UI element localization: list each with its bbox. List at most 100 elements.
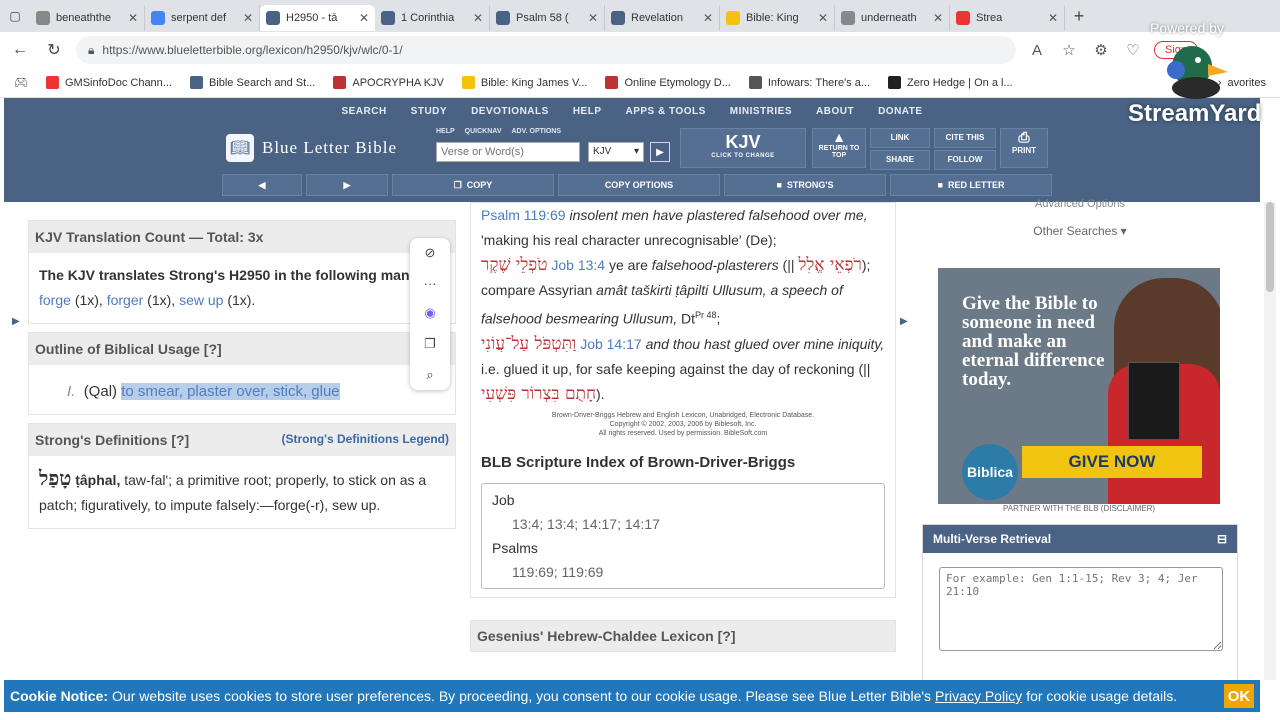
blb-logo[interactable]: 📖︎ Blue Letter Bible [226,134,397,162]
bookmark-item[interactable]: Infowars: There's a... [748,76,870,89]
reload-icon[interactable]: ↻ [42,40,66,60]
browser-tab[interactable]: beneaththe ✕ [30,5,145,31]
privacy-policy-link[interactable]: Privacy Policy [935,688,1022,704]
topnav-item[interactable]: ABOUT [816,106,854,117]
extensions-icon[interactable]: ⚙ [1090,41,1112,59]
outline-title-text[interactable]: Outline of Biblical Usage [?] [35,341,222,357]
browser-tab[interactable]: 1 Corinthia ✕ [375,5,490,31]
close-tab-icon[interactable]: ✕ [818,11,828,25]
count-word-forge[interactable]: forge [39,292,71,308]
give-now-button[interactable]: GIVE NOW [1022,446,1202,478]
bookmark-item[interactable]: Bible: King James V... [461,76,587,89]
quicknav-link[interactable]: QUICKNAV [465,128,502,135]
bookmark-item[interactable]: Bible Search and St... [189,76,315,89]
ref-psalm-119-69[interactable]: Psalm 119:69 [481,207,566,223]
gamepad-icon[interactable]: 🎮︎ [14,76,28,89]
topnav-item[interactable]: MINISTRIES [730,106,792,117]
count-word-sew-up[interactable]: sew up [179,292,223,308]
url-field[interactable]: 🔒︎ https://www.blueletterbible.org/lexic… [76,36,1016,64]
close-tab-icon[interactable]: ✕ [588,11,598,25]
print-button[interactable]: ⎙ PRINT [1000,128,1048,168]
copilot-icon[interactable]: ◉ [424,305,435,321]
return-to-top-button[interactable]: ▲ RETURN TO TOP [812,128,866,168]
close-tab-icon[interactable]: ✕ [933,11,943,25]
browser-tab[interactable]: Psalm 58 (✕ [490,5,605,31]
version-select[interactable]: KJV ▾ [588,142,644,162]
count-word-forger[interactable]: forger [107,292,144,308]
favorite-star-icon[interactable]: ☆ [1058,41,1080,59]
copy-options-button[interactable]: COPY OPTIONS [558,174,720,196]
browser-tab[interactable]: Revelation ✕ [605,5,720,31]
strongs-toggle[interactable]: ■ STRONG'S [724,174,886,196]
tab-favicon-icon [611,11,625,25]
close-tab-icon[interactable]: ✕ [128,11,138,25]
right-collapse-arrow-icon[interactable]: ▶ [900,316,908,327]
partner-disclaimer[interactable]: PARTNER WITH THE BLB (DISCLAIMER) [938,504,1220,513]
close-tab-icon[interactable]: ✕ [359,11,369,25]
topnav-item[interactable]: HELP [573,106,602,117]
browser-tab[interactable]: H2950 - tā ✕ [260,5,375,31]
other-searches-toggle[interactable]: Other Searches ▾ [922,224,1238,238]
collapse-icon[interactable]: ⊟ [1217,532,1227,546]
close-tab-icon[interactable]: ✕ [473,11,483,25]
read-aloud-icon[interactable]: A [1026,42,1048,59]
next-button[interactable]: ▶ [306,174,388,196]
search-help-link[interactable]: HELP [436,128,455,135]
bookmark-item[interactable]: Online Etymology D... [605,76,731,89]
browser-tab[interactable]: serpent def ✕ [145,5,260,31]
close-tab-icon[interactable]: ✕ [1048,11,1058,25]
cookie-text: Our website uses cookies to store user p… [112,688,932,704]
tab-actions-icon[interactable]: ▢ [0,0,30,32]
click-to-change-label: CLICK TO CHANGE [711,153,775,159]
collections-icon[interactable]: ♡ [1122,41,1144,59]
verse-search-input[interactable] [436,142,580,162]
bookmark-item[interactable]: APOCRYPHA KJV [333,76,444,89]
advanced-options-link[interactable]: Advanced Options [922,198,1238,210]
browser-tab[interactable]: underneath ✕ [835,5,950,31]
gesenius-title-text[interactable]: Gesenius' Hebrew-Chaldee Lexicon [?] [477,628,736,644]
prev-button[interactable]: ◀ [222,174,302,196]
left-collapse-arrow-icon[interactable]: ▶ [12,316,20,327]
browser-tab[interactable]: Bible: King ✕ [720,5,835,31]
adv-options-link[interactable]: ADV. OPTIONS [512,128,562,135]
cite-this-button[interactable]: CITE THIS [934,128,996,148]
defs-legend-link[interactable]: (Strong's Definitions Legend) [281,432,449,448]
copy-button[interactable]: ❐ COPY [392,174,554,196]
tabs: beneaththe ✕ serpent def ✕ H2950 - tā ✕ 1 Cori… [30,1,1065,31]
biblica-ad[interactable]: Give the Bible to someone in need and ma… [938,268,1220,504]
topnav-item[interactable]: DEVOTIONALS [471,106,549,117]
more-options-icon[interactable]: ··· [424,276,437,291]
defs-title-text[interactable]: Strong's Definitions [?] [35,432,189,448]
topnav-item[interactable]: DONATE [878,106,922,117]
topnav-item[interactable]: APPS & TOOLS [625,106,705,117]
vertical-scrollbar[interactable] [1264,202,1276,680]
hide-eye-icon[interactable]: ⊘ [425,245,436,261]
close-tab-icon[interactable]: ✕ [243,11,253,25]
browser-tab[interactable]: Strea ✕ [950,5,1065,31]
bookmark-item[interactable]: GMSinfoDoc Chann... [45,76,172,89]
share-button[interactable]: SHARE [870,150,930,170]
red-letter-toggle[interactable]: ■ RED LETTER [890,174,1052,196]
cookie-tail: for cookie usage details. [1026,688,1178,704]
mvr-textarea[interactable] [939,567,1223,651]
ref-job-13-4[interactable]: Job 13:4 [551,257,605,273]
new-tab-button[interactable]: + [1065,6,1093,27]
copy-icon[interactable]: ❐ [424,336,436,352]
index-refs-psalms[interactable]: 119:69; 119:69 [492,560,874,584]
back-icon[interactable]: ← [8,41,32,59]
streamyard-brand: StreamYard [1128,100,1262,127]
link-button[interactable]: LINK [870,128,930,148]
index-refs-job[interactable]: 13:4; 13:4; 14:17; 14:17 [492,512,874,536]
search-icon[interactable]: ⌕ [426,367,433,383]
bookmark-favicon-icon [333,76,347,89]
ref-job-14-17[interactable]: Job 14:17 [580,336,642,352]
topnav-item[interactable]: SEARCH [341,106,386,117]
follow-button[interactable]: FOLLOW [934,150,996,170]
cookie-ok-button[interactable]: OK [1224,684,1254,708]
version-switch-button[interactable]: KJV CLICK TO CHANGE [680,128,806,168]
topnav-item[interactable]: STUDY [411,106,447,117]
go-button[interactable]: ▶ [650,142,670,162]
bookmark-item[interactable]: Zero Hedge | On a l... [888,76,1013,89]
close-tab-icon[interactable]: ✕ [703,11,713,25]
scrollbar-thumb[interactable] [1266,202,1274,292]
